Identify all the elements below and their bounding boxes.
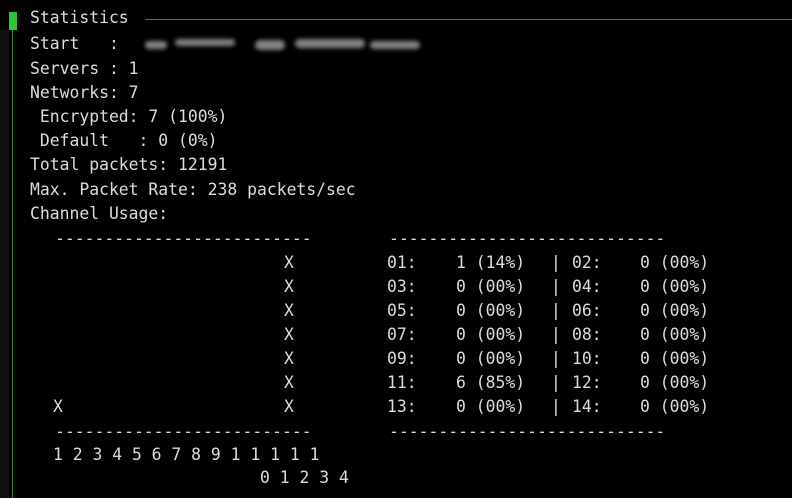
channel-usage-line: Channel Usage: bbox=[30, 204, 169, 223]
window-edge bbox=[0, 30, 9, 498]
channel-a-label: 13: bbox=[387, 397, 417, 416]
start-line: Start : bbox=[30, 34, 119, 53]
graph-top-separator: -------------------------- bbox=[55, 229, 312, 248]
channel-a-label: 11: bbox=[387, 373, 417, 392]
graph-bottom-separator: -------------------------- bbox=[55, 422, 312, 441]
default-line: Default : 0 (0%) bbox=[30, 131, 218, 150]
channel-separator: | bbox=[551, 349, 561, 368]
graph-mark: X bbox=[284, 253, 294, 272]
graph-mark: X bbox=[284, 277, 294, 296]
graph-mark: X bbox=[284, 325, 294, 344]
panel-border-left bbox=[12, 19, 13, 498]
terminal-cursor bbox=[9, 12, 17, 30]
channel-a-label: 09: bbox=[387, 349, 417, 368]
channel-b-value: 0 (00%) bbox=[640, 253, 710, 272]
channel-b-value: 0 (00%) bbox=[640, 277, 710, 296]
channel-separator: | bbox=[551, 301, 561, 320]
channel-a-label: 05: bbox=[387, 301, 417, 320]
channel-separator: | bbox=[551, 253, 561, 272]
channel-b-value: 0 (00%) bbox=[640, 301, 710, 320]
channel-a-value: 6 (85%) bbox=[456, 373, 526, 392]
panel-border-top bbox=[145, 19, 792, 20]
channel-b-label: 06: bbox=[572, 301, 602, 320]
channel-b-value: 0 (00%) bbox=[640, 397, 710, 416]
graph-mark: X bbox=[53, 397, 63, 416]
servers-line: Servers : 1 bbox=[30, 59, 139, 78]
terminal-window[interactable]: Statistics Start : Servers : 1 Networks:… bbox=[0, 0, 792, 498]
table-top-separator: ---------------------------- bbox=[389, 229, 666, 248]
max-rate-line: Max. Packet Rate: 238 packets/sec bbox=[30, 180, 356, 199]
channel-a-value: 1 (14%) bbox=[456, 253, 526, 272]
channel-a-value: 0 (00%) bbox=[456, 325, 526, 344]
channel-a-value: 0 (00%) bbox=[456, 277, 526, 296]
channel-b-value: 0 (00%) bbox=[640, 373, 710, 392]
panel-title: Statistics bbox=[30, 6, 131, 30]
channel-b-label: 08: bbox=[572, 325, 602, 344]
table-bottom-separator: ---------------------------- bbox=[389, 422, 666, 441]
channel-a-value: 0 (00%) bbox=[456, 349, 526, 368]
channel-separator: | bbox=[551, 325, 561, 344]
channel-b-label: 10: bbox=[572, 349, 602, 368]
channel-a-value: 0 (00%) bbox=[456, 397, 526, 416]
graph-axis-labels-row2: 0 1 2 3 4 bbox=[260, 468, 349, 487]
total-packets-line: Total packets: 12191 bbox=[30, 155, 228, 174]
channel-separator: | bbox=[551, 397, 561, 416]
channel-b-label: 14: bbox=[572, 397, 602, 416]
channel-b-label: 04: bbox=[572, 277, 602, 296]
encrypted-line: Encrypted: 7 (100%) bbox=[30, 107, 228, 126]
graph-mark: X bbox=[284, 349, 294, 368]
channel-b-label: 02: bbox=[572, 253, 602, 272]
channel-b-value: 0 (00%) bbox=[640, 325, 710, 344]
redacted-start-value bbox=[145, 36, 425, 54]
channel-separator: | bbox=[551, 277, 561, 296]
channel-a-label: 07: bbox=[387, 325, 417, 344]
networks-line: Networks: 7 bbox=[30, 83, 139, 102]
channel-a-value: 0 (00%) bbox=[456, 301, 526, 320]
channel-a-label: 03: bbox=[387, 277, 417, 296]
channel-b-value: 0 (00%) bbox=[640, 349, 710, 368]
channel-a-label: 01: bbox=[387, 253, 417, 272]
channel-separator: | bbox=[551, 373, 561, 392]
graph-mark: X bbox=[284, 397, 294, 416]
graph-mark: X bbox=[284, 301, 294, 320]
graph-mark: X bbox=[284, 373, 294, 392]
graph-axis-labels-row1: 1 2 3 4 5 6 7 8 9 1 1 1 1 1 bbox=[53, 445, 320, 464]
channel-b-label: 12: bbox=[572, 373, 602, 392]
